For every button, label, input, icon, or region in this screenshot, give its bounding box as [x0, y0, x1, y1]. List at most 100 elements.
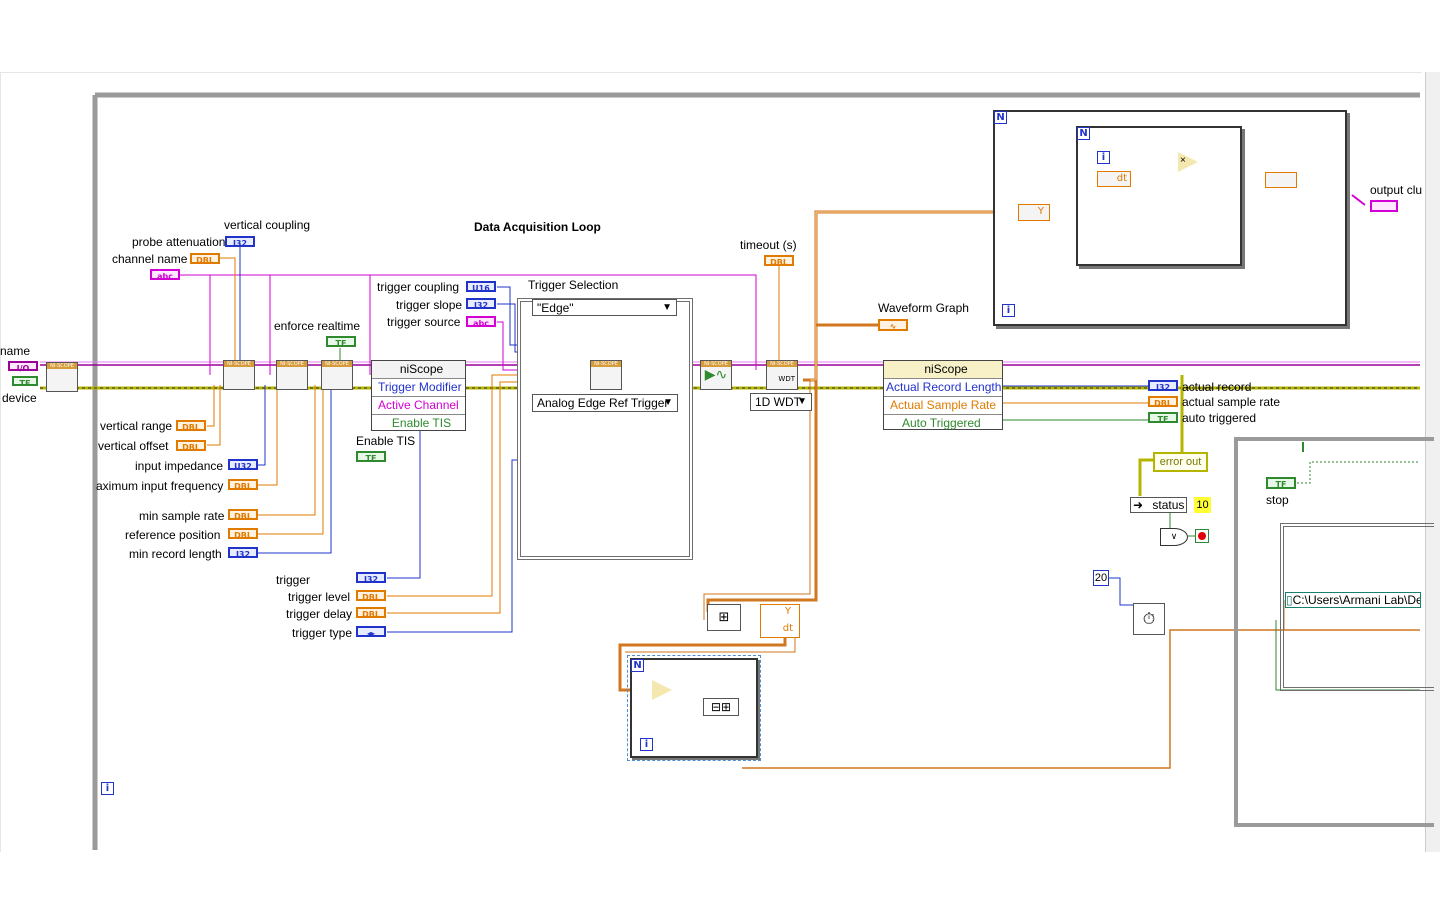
- trigger-vi-ring-value: Analog Edge Ref Trigger: [537, 396, 669, 410]
- timeout-terminal[interactable]: DBL: [764, 255, 794, 267]
- property-actual-sample-rate[interactable]: Actual Sample Rate: [884, 396, 1002, 414]
- fetch-vi[interactable]: NI-SCOPE WDT: [766, 360, 798, 390]
- bottom-multiply-icon[interactable]: [652, 680, 672, 700]
- property-node-2-header: niScope: [884, 361, 1002, 378]
- trigger-type-terminal[interactable]: ◂▸: [356, 626, 386, 638]
- bundle-node[interactable]: [1265, 172, 1297, 188]
- config-horizontal-timing-vi[interactable]: NI-SCOPE: [321, 360, 353, 390]
- auto-triggered-terminal[interactable]: TF: [1148, 412, 1178, 424]
- reference-position-label: reference position: [125, 528, 221, 542]
- init-vi[interactable]: NI-SCOPE: [46, 362, 78, 392]
- trigger-type-label: trigger type: [292, 626, 353, 640]
- dt-label: dt: [1116, 173, 1127, 184]
- min-record-length-terminal[interactable]: I32: [228, 547, 258, 559]
- error-out-indicator[interactable]: error out: [1153, 452, 1208, 472]
- wait-ms-vi[interactable]: ⏱: [1133, 603, 1165, 635]
- enforce-realtime-label: enforce realtime: [274, 319, 361, 333]
- min-sample-rate-terminal[interactable]: DBL: [228, 509, 258, 521]
- property-auto-triggered[interactable]: Auto Triggered: [884, 414, 1002, 432]
- channel-name-terminal[interactable]: abc: [150, 269, 180, 281]
- trigger-terminal[interactable]: I32: [356, 572, 386, 584]
- name-label: name: [0, 344, 31, 358]
- input-impedance-label: input impedance: [135, 459, 224, 473]
- property-node-trigger[interactable]: niScope Trigger Modifier Active Channel …: [371, 360, 466, 431]
- reference-position-terminal[interactable]: DBL: [228, 528, 258, 540]
- initiate-vi[interactable]: NI-SCOPE ▶∿: [700, 360, 732, 390]
- bottom-array-node[interactable]: ⊟⊞: [703, 698, 739, 716]
- vertical-offset-terminal[interactable]: DBL: [176, 440, 206, 452]
- resource-name-terminal[interactable]: I/O: [8, 361, 38, 373]
- reset-device-terminal[interactable]: TF: [12, 376, 38, 388]
- or-gate-icon[interactable]: ∨: [1160, 528, 1188, 546]
- build-array-node[interactable]: ⊞: [707, 604, 741, 631]
- stop-loop-icon[interactable]: [1195, 529, 1209, 543]
- trigger-coupling-terminal[interactable]: U16: [466, 281, 496, 293]
- actual-sample-rate-label: actual sample rate: [1182, 395, 1281, 409]
- waveform-graph-terminal[interactable]: ∿: [878, 319, 908, 331]
- input-impedance-terminal[interactable]: U32: [228, 459, 258, 471]
- config-chan-characteristics-vi[interactable]: NI-SCOPE: [276, 360, 308, 390]
- stop-dot-icon: [1198, 532, 1206, 540]
- property-actual-record-length[interactable]: Actual Record Length: [884, 378, 1002, 396]
- trigger-case-structure[interactable]: [517, 298, 693, 560]
- outer-loop-iteration: i: [1002, 304, 1015, 317]
- vertical-range-label: vertical range: [100, 419, 173, 433]
- bottom-loop-iteration: i: [640, 738, 653, 751]
- config-trigger-edge-vi[interactable]: NI-SCOPE: [590, 360, 622, 390]
- case-selector-value: "Edge": [537, 301, 574, 315]
- enforce-realtime-terminal[interactable]: TF: [326, 336, 356, 348]
- probe-attenuation-label: probe attenuation: [132, 235, 226, 249]
- main-loop-iteration: i: [101, 782, 114, 795]
- case-selector[interactable]: "Edge" ▼: [532, 299, 677, 316]
- property-active-channel[interactable]: Active Channel: [372, 396, 465, 414]
- fetch-ring-arrow-icon[interactable]: ▼: [797, 394, 807, 410]
- property-node-actual[interactable]: niScope Actual Record Length Actual Samp…: [883, 360, 1003, 430]
- max-input-frequency-terminal[interactable]: DBL: [228, 479, 258, 491]
- actual-sample-rate-terminal[interactable]: DBL: [1148, 396, 1178, 408]
- trigger-delay-terminal[interactable]: DBL: [356, 607, 386, 619]
- fetch-ring-value: 1D WDT: [755, 395, 801, 409]
- trigger-source-terminal[interactable]: abc: [466, 316, 496, 328]
- get-waveform-y-node[interactable]: Y: [1018, 204, 1050, 221]
- waveform-graph-label: Waveform Graph: [878, 301, 969, 315]
- enable-tis-terminal[interactable]: TF: [356, 451, 386, 463]
- property-enable-tis[interactable]: Enable TIS: [372, 414, 465, 432]
- probe-attenuation-terminal[interactable]: DBL: [190, 253, 220, 265]
- trigger-level-terminal[interactable]: DBL: [356, 590, 386, 602]
- trigger-slope-label: trigger slope: [396, 298, 463, 312]
- fetch-ring[interactable]: 1D WDT ▼: [750, 393, 812, 411]
- vertical-coupling-label: vertical coupling: [224, 218, 311, 232]
- config-vertical-vi[interactable]: NI-SCOPE: [223, 360, 255, 390]
- unbundle-status-node[interactable]: ➜ status: [1130, 497, 1187, 513]
- trigger-vi-ring[interactable]: Analog Edge Ref Trigger ▼: [532, 394, 678, 412]
- fetch-wdt-label: WDT: [778, 375, 795, 383]
- vertical-range-terminal[interactable]: DBL: [176, 420, 206, 432]
- path-constant[interactable]: ▯C:\Users\Armani Lab\De: [1285, 592, 1421, 608]
- property-node-header: niScope: [372, 361, 465, 378]
- inner-for-loop[interactable]: [1076, 126, 1242, 266]
- output-cluster-terminal[interactable]: [1370, 200, 1398, 212]
- trigger-source-label: trigger source: [387, 315, 461, 329]
- constant-twenty[interactable]: 20: [1093, 570, 1109, 586]
- unbundle-arrow-icon: ➜: [1133, 498, 1144, 512]
- actual-record-terminal[interactable]: I32: [1148, 380, 1178, 392]
- get-waveform-dt-node[interactable]: dt: [1097, 171, 1131, 187]
- output-cluster-label: output clu: [1370, 183, 1423, 197]
- trigger-coupling-label: trigger coupling: [377, 280, 460, 294]
- min-sample-rate-label: min sample rate: [139, 509, 225, 523]
- max-input-frequency-label: aximum input frequency: [96, 479, 224, 493]
- case-selector-arrow-icon[interactable]: ▼: [662, 300, 672, 316]
- actual-record-label: actual record: [1182, 380, 1252, 394]
- bottom-array-icon: ⊟⊞: [710, 700, 732, 714]
- get-waveform-y-dt-node[interactable]: Y dt: [760, 604, 800, 638]
- stop-terminal[interactable]: TF: [1266, 477, 1296, 489]
- trigger-vi-ring-arrow-icon[interactable]: ▼: [663, 395, 673, 411]
- vertical-coupling-terminal[interactable]: I32: [225, 236, 255, 248]
- trigger-delay-label: trigger delay: [286, 607, 353, 621]
- property-trigger-modifier[interactable]: Trigger Modifier: [372, 378, 465, 396]
- trigger-label: trigger: [276, 573, 311, 587]
- trigger-slope-terminal[interactable]: I32: [466, 298, 496, 310]
- constant-ten-value: 10: [1196, 499, 1209, 511]
- constant-twenty-value: 20: [1094, 572, 1108, 584]
- constant-ten[interactable]: 10: [1194, 497, 1211, 513]
